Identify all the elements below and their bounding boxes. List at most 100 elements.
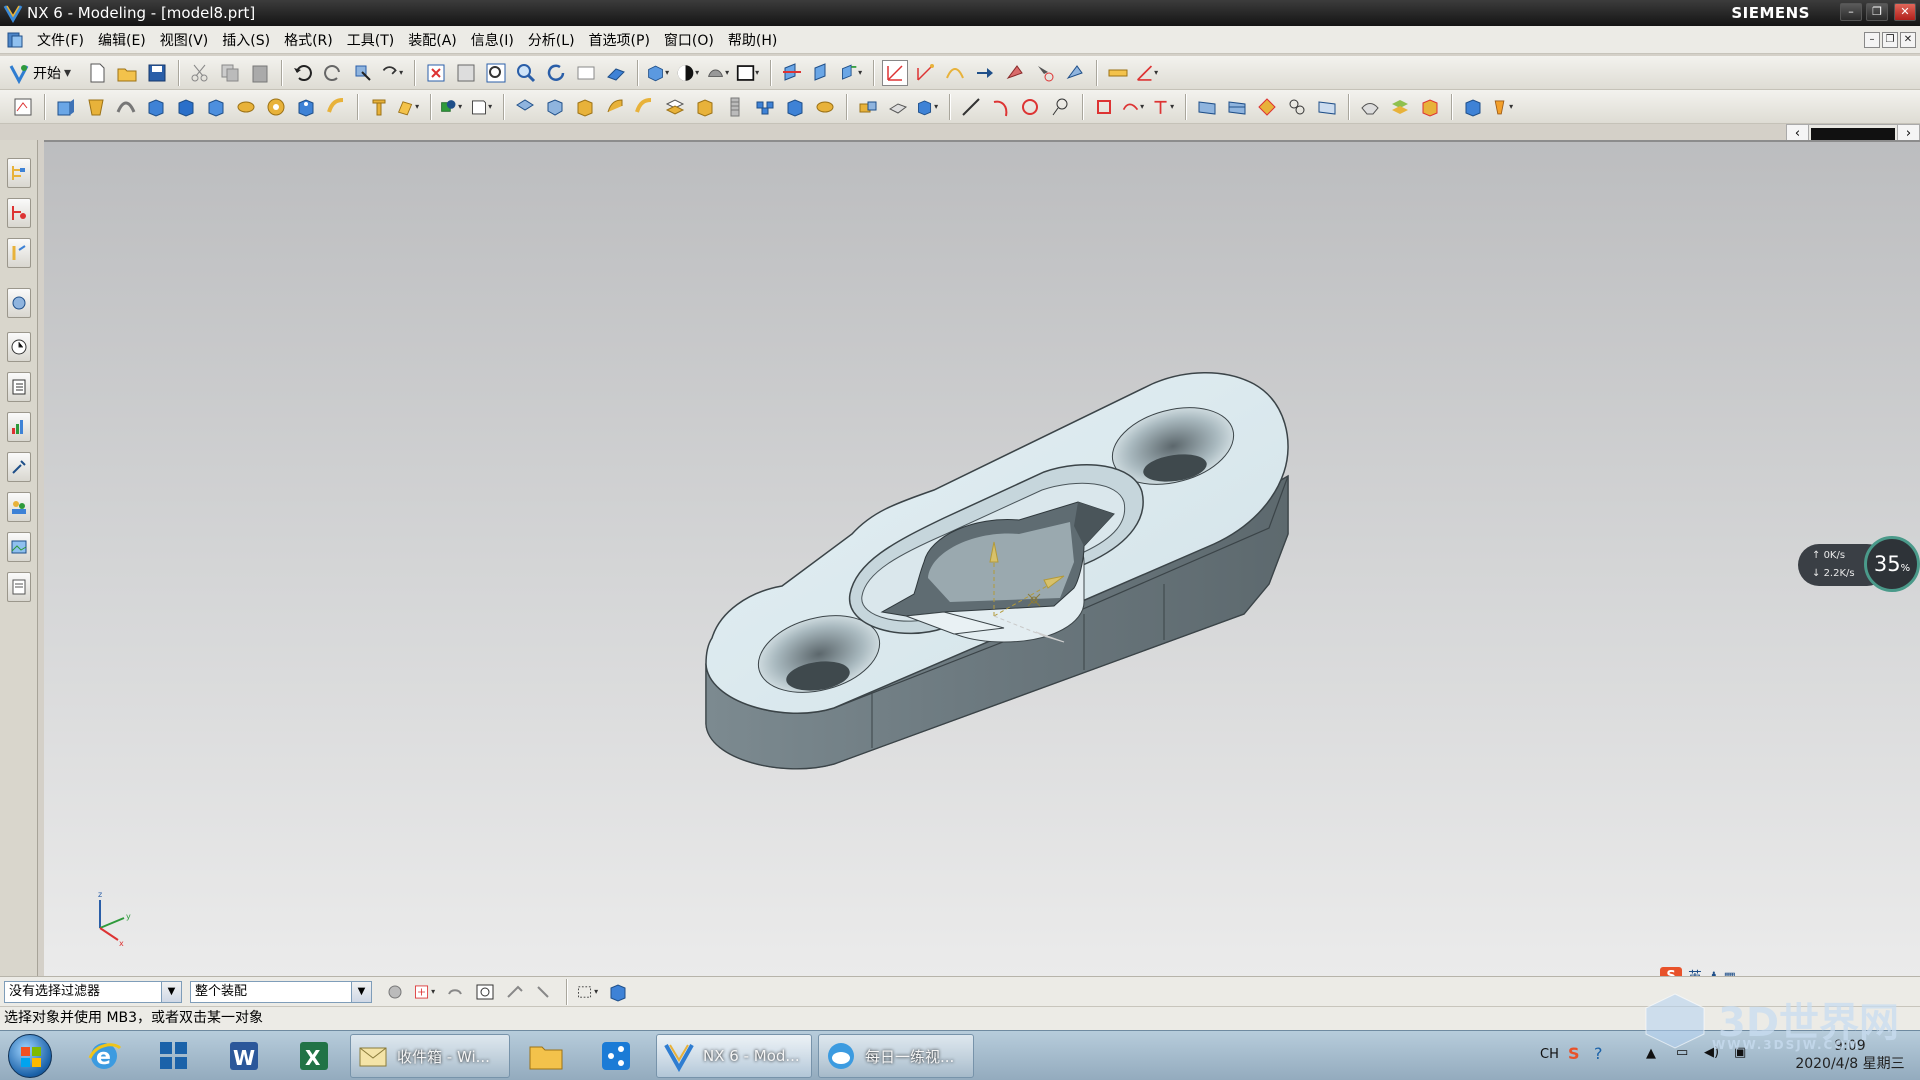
through-mesh-button[interactable] [1224,94,1250,120]
tray-network-icon[interactable]: ▭ [1676,1045,1688,1080]
cone-button[interactable] [203,94,229,120]
start-button[interactable]: 开始 ▾ [8,62,72,84]
reset-filter-button[interactable] [442,979,468,1005]
block-button[interactable] [143,94,169,120]
revolve-button[interactable] [83,94,109,120]
mirror-feature-button[interactable] [782,94,808,120]
snap-point-button[interactable] [912,60,938,86]
roles-tab[interactable] [7,452,31,482]
rotate-button[interactable] [543,60,569,86]
spline-button[interactable] [1018,94,1044,120]
menu-assembly[interactable]: 装配(A) [401,30,464,50]
undo-button[interactable] [290,60,316,86]
sweep-button[interactable] [113,94,139,120]
type-filter-select[interactable]: 没有选择过滤器 ▼ [4,980,182,1003]
user-roles-tab[interactable] [7,492,31,522]
image-palette-tab[interactable] [7,532,31,562]
web-browser-tab[interactable] [7,572,31,602]
task-nx-modeling[interactable]: NX 6 - Mod... [656,1034,812,1078]
draft-button[interactable] [602,94,628,120]
mirror-body-button[interactable] [812,94,838,120]
vector-button[interactable] [972,60,998,86]
taskbar-pin-share[interactable] [588,1035,644,1077]
menu-format[interactable]: 格式(R) [277,30,340,50]
select-edge-button[interactable] [532,979,558,1005]
tray-sogou-icon[interactable]: S [1568,1044,1580,1080]
menu-information[interactable]: 信息(I) [464,30,521,50]
offset-face-button[interactable] [632,94,658,120]
sphere-button[interactable] [233,94,259,120]
menu-analysis[interactable]: 分析(L) [521,30,582,50]
datum-plane-button[interactable]: ▾ [396,94,422,120]
edge-blend-button[interactable] [512,94,538,120]
menu-insert[interactable]: 插入(S) [215,30,277,50]
paste-button[interactable] [247,60,273,86]
part-navigator-tab[interactable] [7,238,31,268]
doc-restore-button[interactable]: ❐ [1882,32,1898,48]
graphics-viewport[interactable]: z y x [44,140,1920,976]
datum-button[interactable] [1002,60,1028,86]
wcs-dynamics-button[interactable] [809,60,835,86]
menu-edit[interactable]: 编辑(E) [91,30,153,50]
curve-snap-button[interactable] [942,60,968,86]
taskbar-pin-explorer[interactable] [518,1035,574,1077]
thicken-button[interactable] [662,94,688,120]
sheet-to-solid-button[interactable] [1460,94,1486,120]
document-menu-icon[interactable] [6,31,24,49]
shaded-button[interactable]: ▾ [676,60,702,86]
wcs-origin-button[interactable] [779,60,805,86]
nx-app-icon[interactable] [3,3,23,23]
cylinder-button[interactable] [173,94,199,120]
assembly-navigator-tab[interactable] [7,158,31,188]
n-sided-button[interactable] [1284,94,1310,120]
new-file-button[interactable] [84,60,110,86]
arc-button[interactable] [988,94,1014,120]
taskbar-pin-app-grid[interactable] [146,1035,202,1077]
measure-distance-button[interactable] [1105,60,1131,86]
trim-sheet-button[interactable] [1387,94,1413,120]
enlarge-button[interactable] [1417,94,1443,120]
zoom-button[interactable] [483,60,509,86]
windows-start-button[interactable] [8,1034,52,1078]
fit-view-button[interactable] [423,60,449,86]
redo-button[interactable] [320,60,346,86]
history-tab[interactable] [7,332,31,362]
menu-preferences[interactable]: 首选项(P) [582,30,657,50]
menu-file[interactable]: 文件(F) [30,30,91,50]
select-face-button[interactable] [502,979,528,1005]
select-feature-button[interactable] [472,979,498,1005]
perspective-button[interactable] [603,60,629,86]
studio-surface-button[interactable] [1254,94,1280,120]
pocket-button[interactable] [323,94,349,120]
replace-face-button[interactable]: ▾ [915,94,941,120]
point-snap-button[interactable] [1032,60,1058,86]
edge-display-button[interactable]: ▾ [706,60,732,86]
extrude-button[interactable] [53,94,79,120]
measure-angle-button[interactable]: ▾ [1135,60,1161,86]
repeat-command-button[interactable] [350,60,376,86]
menu-tools[interactable]: 工具(T) [340,30,401,50]
doc-minimize-button[interactable]: – [1864,32,1880,48]
hole-button[interactable] [263,94,289,120]
cut-button[interactable] [187,60,213,86]
taskbar-pin-ie[interactable]: e [76,1035,132,1077]
feature-operation-button[interactable]: ▾ [1490,94,1516,120]
copy-button[interactable] [217,60,243,86]
doc-close-button[interactable]: ✕ [1900,32,1916,48]
zoom-in-out-button[interactable] [513,60,539,86]
swept-surface-button[interactable] [1357,94,1383,120]
unite-button[interactable]: ▾ [439,94,465,120]
general-filter-button[interactable] [382,979,408,1005]
scale-body-button[interactable] [692,94,718,120]
background-button[interactable]: ▾ [736,60,762,86]
taskbar-pin-excel[interactable]: X [286,1035,342,1077]
part-model[interactable] [44,142,1920,978]
through-curves-button[interactable] [1194,94,1220,120]
task-mail-inbox[interactable]: 收件箱 - Wi... [350,1034,510,1078]
constraint-navigator-tab[interactable] [7,198,31,228]
close-button[interactable]: ✕ [1894,3,1916,21]
snap-settings-button[interactable] [1062,60,1088,86]
sew-button[interactable] [885,94,911,120]
open-button[interactable] [114,60,140,86]
thread-button[interactable] [722,94,748,120]
